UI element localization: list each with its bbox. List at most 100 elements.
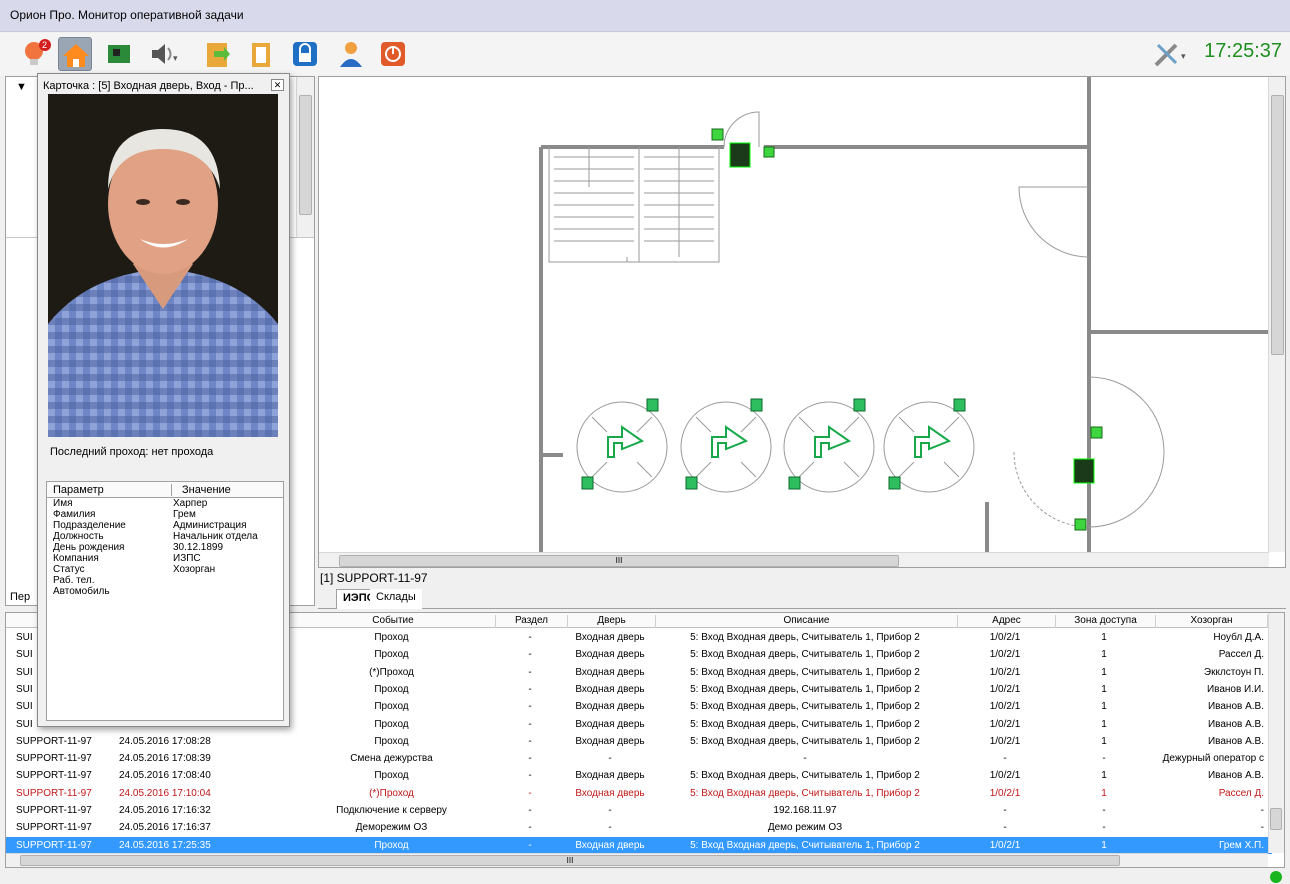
lightbulb-icon: 2 (25, 39, 51, 65)
reader-icon[interactable] (711, 128, 724, 141)
cell-zone: - (1102, 753, 1106, 765)
left-pane-scrollbar[interactable] (296, 77, 314, 237)
cell-zone: 1 (1101, 787, 1107, 799)
param-value: Администрация (173, 520, 247, 531)
map-vscroll[interactable] (1268, 77, 1285, 552)
scroll-thumb[interactable] (299, 95, 312, 215)
param-row: Имя Харпер (47, 498, 283, 509)
cell-owner: Рассел Д. (1218, 649, 1264, 661)
param-name: Имя (53, 498, 73, 509)
cell-desc: 5: Вход Входная дверь, Считыватель 1, Пр… (690, 718, 920, 730)
column-header[interactable]: Дверь (568, 615, 656, 628)
map-hscroll[interactable]: III (319, 552, 1269, 567)
collapse-arrow-icon[interactable]: ▼ (16, 81, 27, 93)
cell-zone: 1 (1101, 683, 1107, 695)
column-header[interactable]: Хозорган (1156, 615, 1268, 628)
left-tab[interactable]: Пер (10, 591, 30, 603)
cell-addr: - (1003, 805, 1007, 816)
clipboard-button[interactable] (244, 37, 278, 71)
close-icon[interactable]: ✕ (271, 79, 284, 91)
cell-part: - (528, 683, 532, 695)
cell-time: 24.05.2016 17:08:28 (119, 735, 211, 747)
reader-icon[interactable] (685, 476, 698, 490)
card-title: Карточка : [5] Входная дверь, Вход - Пр.… (43, 80, 254, 92)
user-button[interactable] (334, 37, 368, 71)
column-header[interactable]: Раздел (496, 615, 568, 628)
circuit-board-icon (108, 45, 130, 63)
turnstile[interactable] (783, 398, 875, 493)
lock-button[interactable] (288, 37, 322, 71)
reader-icon[interactable] (763, 146, 775, 158)
grid-hscroll[interactable]: III (6, 853, 1268, 867)
settings-button[interactable]: ▾ (1150, 37, 1186, 71)
cell-part: - (528, 770, 532, 782)
cell-addr: 1/0/2/1 (989, 683, 1021, 695)
cell-owner: - (1260, 805, 1264, 816)
map-caption: [1] SUPPORT-11-97 (320, 571, 428, 585)
cell-zone: - (1102, 805, 1106, 816)
export-button[interactable] (200, 37, 234, 71)
reader-icon[interactable] (953, 398, 966, 412)
tab-warehouses[interactable]: Склады (370, 589, 422, 609)
table-row[interactable]: SUPPORT-11-97 24.05.2016 17:25:35 Проход - В… (6, 836, 1272, 854)
cell-owner: Иванов А.В. (1207, 718, 1264, 730)
cell-addr: 1/0/2/1 (989, 701, 1021, 713)
sound-button[interactable]: ▾ (146, 37, 180, 71)
reader-icon[interactable] (581, 476, 594, 490)
table-row[interactable]: SUPPORT-11-97 24.05.2016 17:08:39 Смена де… (6, 750, 1272, 767)
reader-icon[interactable] (788, 476, 801, 490)
alarm-badge: 2 (42, 40, 47, 50)
grid-vscroll[interactable] (1268, 613, 1284, 853)
cell-zone: 1 (1101, 735, 1107, 747)
reader-icon[interactable] (853, 398, 866, 412)
param-name: Фамилия (53, 509, 96, 520)
reader-icon[interactable] (750, 398, 763, 412)
turnstile[interactable] (883, 398, 975, 493)
reader-icon[interactable] (1074, 518, 1087, 531)
cell-addr: 1/0/2/1 (989, 632, 1021, 643)
table-row[interactable]: SUPPORT-11-97 24.05.2016 17:16:32 Подключе… (6, 802, 1272, 819)
reader-icon[interactable] (888, 476, 901, 490)
param-value: ИЗПС (173, 553, 201, 564)
alarm-button[interactable]: 2 (20, 37, 54, 71)
devices-button[interactable] (102, 37, 136, 71)
table-row[interactable]: SUPPORT-11-97 24.05.2016 17:08:40 Проход - В… (6, 767, 1272, 784)
table-row[interactable]: SUPPORT-11-97 24.05.2016 17:08:28 Проход - В… (6, 733, 1272, 750)
cell-time: 24.05.2016 17:25:35 (119, 839, 211, 851)
param-name: Подразделение (53, 520, 126, 531)
column-header[interactable]: Адрес (958, 615, 1056, 628)
turnstile[interactable] (576, 398, 668, 493)
cell-part: - (528, 805, 532, 816)
table-row[interactable]: SUPPORT-11-97 24.05.2016 17:16:37 Деморежи… (6, 819, 1272, 836)
clipboard-export-icon (207, 43, 230, 67)
exit-button[interactable] (376, 37, 410, 71)
column-header[interactable]: Зона доступа (1056, 615, 1156, 628)
cell-host: SUPPORT-11-97 (16, 753, 92, 765)
turnstile[interactable] (680, 398, 772, 493)
scroll-thumb[interactable] (1270, 808, 1282, 830)
cell-host: SUPPORT-11-97 (16, 822, 92, 834)
cell-part: - (528, 649, 532, 661)
door-icon[interactable] (1073, 458, 1095, 484)
table-row[interactable]: SUPPORT-11-97 24.05.2016 17:10:04 (*)Прохо… (6, 785, 1272, 802)
cell-owner: Рассел Д. (1218, 787, 1264, 799)
cell-desc: 192.168.11.97 (773, 805, 837, 816)
door-icon[interactable] (729, 142, 751, 168)
app-title: Орион Про. Монитор оперативной задачи (10, 8, 244, 22)
floor-plan-map[interactable]: III (318, 76, 1286, 568)
cell-desc: 5: Вход Входная дверь, Считыватель 1, Пр… (690, 666, 920, 678)
cell-host: SUPPORT-11-97 (16, 787, 92, 799)
cell-door: Входная дверь (575, 839, 645, 851)
scroll-thumb[interactable] (1271, 95, 1284, 355)
cell-zone: 1 (1101, 632, 1107, 643)
cell-door: Входная дверь (575, 666, 645, 678)
scroll-thumb[interactable]: III (20, 855, 1120, 866)
column-header[interactable]: Событие (291, 615, 496, 628)
cell-door: Входная дверь (575, 701, 645, 713)
column-header[interactable]: Описание (656, 615, 958, 628)
reader-icon[interactable] (646, 398, 659, 412)
reader-icon[interactable] (1090, 426, 1103, 439)
param-value: Грем (173, 509, 196, 520)
scroll-thumb[interactable]: III (339, 555, 899, 567)
home-button[interactable] (58, 37, 92, 71)
